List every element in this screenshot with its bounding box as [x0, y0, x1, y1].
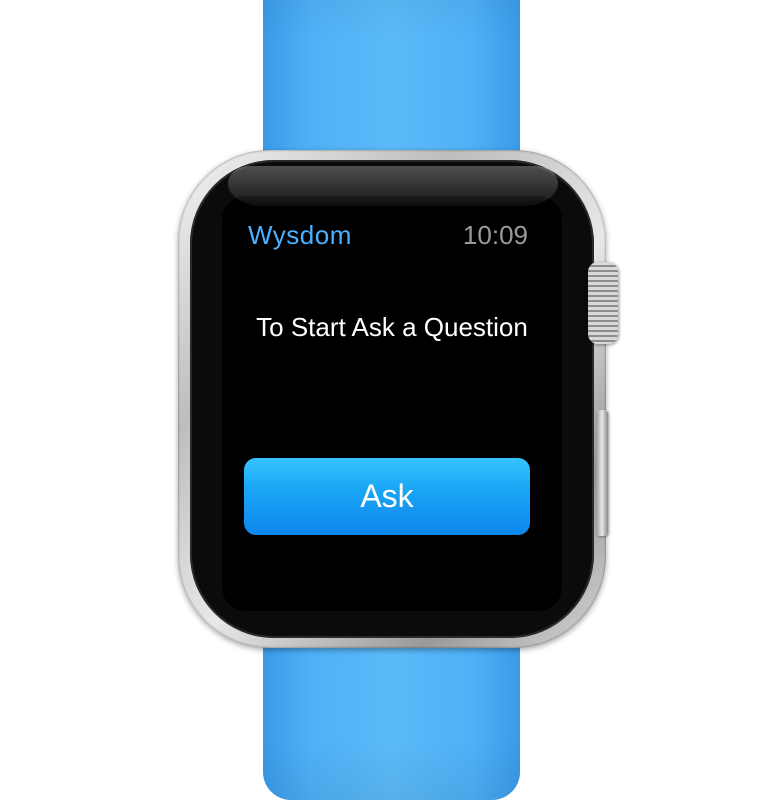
ask-button[interactable]: Ask: [244, 458, 530, 535]
glass-highlight: [228, 166, 558, 206]
side-button-icon[interactable]: [596, 410, 608, 536]
clock: 10:09: [462, 220, 528, 250]
app-title: Wysdom: [248, 220, 352, 250]
watch-screen: Wysdom 10:09 To Start Ask a Question Ask: [222, 196, 562, 611]
watch-device: Wysdom 10:09 To Start Ask a Question Ask: [0, 0, 783, 800]
digital-crown-icon[interactable]: [588, 262, 618, 344]
prompt-text: To Start Ask a Question: [256, 312, 528, 342]
status-bar: Wysdom 10:09: [248, 220, 528, 254]
ask-button-label: Ask: [360, 478, 414, 514]
